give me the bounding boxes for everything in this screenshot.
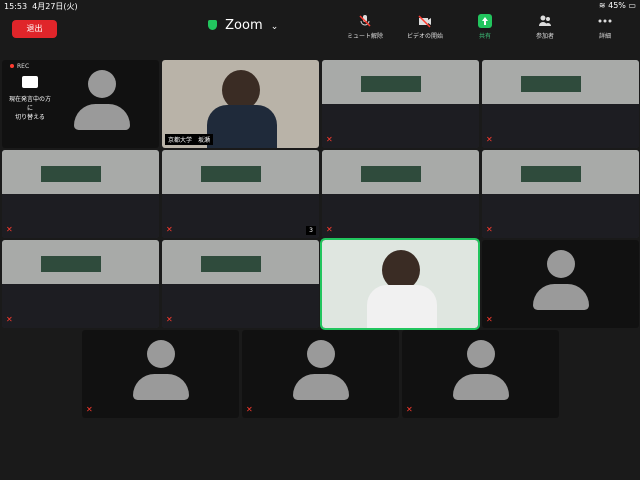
participant-video (222, 70, 260, 110)
avatar (62, 64, 142, 144)
mic-muted-icon: ✕ (166, 315, 173, 324)
chevron-down-icon: ⌄ (270, 22, 279, 32)
mic-muted-icon: ✕ (6, 315, 13, 324)
status-time: 15:53 4月27日(火) (4, 2, 78, 11)
more-icon (598, 14, 612, 28)
mic-muted-icon: ✕ (326, 135, 333, 144)
video-tile[interactable]: ✕ 3 (162, 150, 319, 238)
participants-button[interactable]: 参加者 (520, 14, 570, 40)
video-tile[interactable]: ✕ (2, 150, 159, 238)
participant-name: 3 (306, 226, 316, 235)
mic-muted-icon: ✕ (326, 225, 333, 234)
mute-button[interactable]: ミュート解除 (340, 14, 390, 40)
video-off-icon (418, 14, 432, 28)
video-tile[interactable]: ✕ (322, 150, 479, 238)
video-tile[interactable]: ✕ (482, 150, 639, 238)
wifi-icon: ≋ (598, 1, 606, 10)
mic-muted-icon: ✕ (406, 405, 413, 414)
avatar (281, 334, 361, 414)
mic-muted-icon: ✕ (246, 405, 253, 414)
video-tile[interactable]: ✕ (482, 60, 639, 148)
record-icon (10, 64, 14, 68)
share-icon (478, 14, 492, 28)
switch-speaker-hint[interactable]: 現在発言中の方に 切り替える (8, 76, 52, 121)
avatar (521, 244, 601, 324)
more-button[interactable]: 詳細 (580, 14, 630, 40)
speaker-view-icon (22, 76, 38, 88)
avatar (441, 334, 521, 414)
mic-muted-icon: ✕ (86, 405, 93, 414)
video-tile-active-speaker[interactable] (320, 238, 480, 330)
mic-muted-icon: ✕ (166, 225, 173, 234)
video-tile-avatar[interactable]: ✕ (242, 330, 399, 418)
leave-button[interactable]: 退出 (12, 20, 57, 38)
video-tile-avatar[interactable]: ✕ (402, 330, 559, 418)
avatar (121, 334, 201, 414)
recording-indicator: REC (10, 63, 29, 70)
status-bar: 15:53 4月27日(火) ≋ 45% ▭ (0, 0, 640, 12)
mic-muted-icon (358, 14, 372, 28)
participants-icon (538, 14, 552, 28)
video-tile[interactable]: ✕ (162, 240, 319, 328)
start-video-button[interactable]: ビデオの開始 (400, 14, 450, 40)
share-button[interactable]: 共有 (460, 14, 510, 40)
shield-icon (208, 20, 217, 30)
video-tile-speaker[interactable]: 京都大学 坂瀬 (162, 60, 319, 148)
participant-name: 京都大学 坂瀬 (165, 134, 214, 145)
video-tile-avatar[interactable]: ✕ (82, 330, 239, 418)
mic-muted-icon: ✕ (6, 225, 13, 234)
video-tile[interactable]: ✕ (2, 240, 159, 328)
mic-muted-icon: ✕ (486, 315, 493, 324)
video-tile-avatar[interactable]: ✕ (482, 240, 639, 328)
mic-muted-icon: ✕ (486, 225, 493, 234)
mic-muted-icon: ✕ (486, 135, 493, 144)
battery-indicator: ≋ 45% ▭ (598, 1, 636, 10)
self-view-tile[interactable]: REC 現在発言中の方に 切り替える (2, 60, 159, 148)
toolbar: ミュート解除 ビデオの開始 共有 参加者 詳細 (340, 14, 630, 40)
video-tile[interactable]: ✕ (322, 60, 479, 148)
participant-video (382, 250, 420, 290)
